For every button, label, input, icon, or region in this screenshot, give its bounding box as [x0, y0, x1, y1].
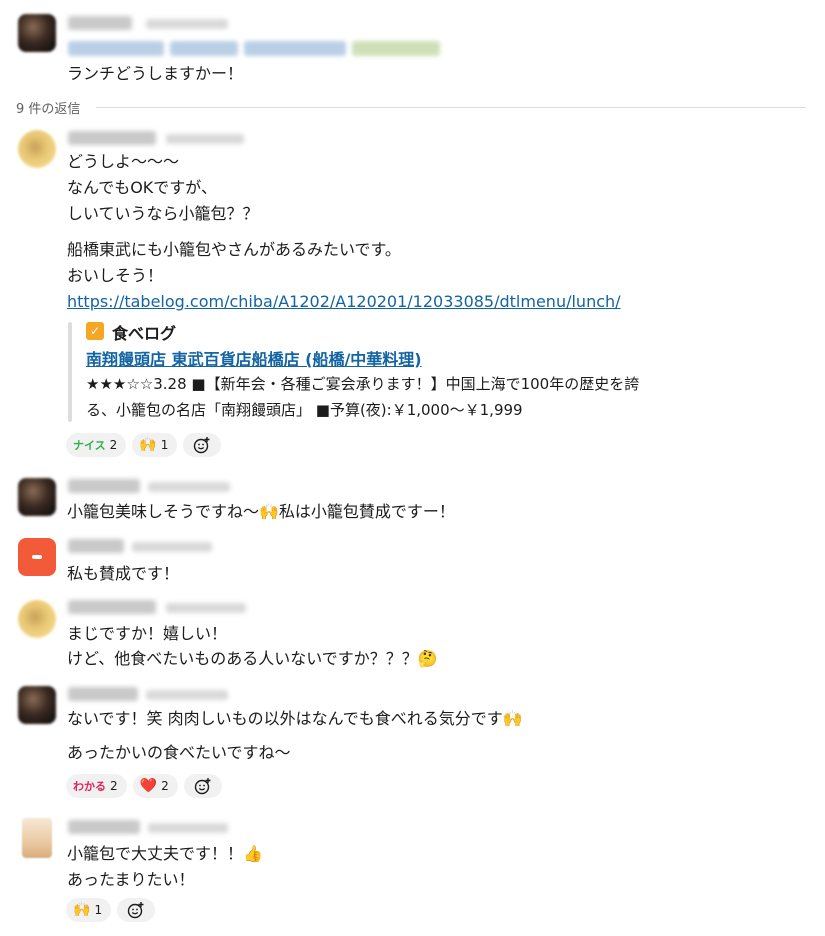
sender-name-blurred[interactable]	[68, 16, 132, 30]
timestamp-blurred[interactable]	[166, 603, 246, 613]
sender-name-blurred[interactable]	[68, 539, 124, 553]
reaction-raised-hands[interactable]: 🙌 1	[132, 433, 178, 457]
reaction-wakaru[interactable]: わかる 2	[66, 774, 127, 798]
message-text: ないです！笑 肉肉しいもの以外はなんでも食べれる気分です🙌	[67, 709, 523, 728]
unfurl-description: ★★★☆☆3.28 ■【新年会・各種ご宴会承ります！】中国上海で100年の歴史を…	[86, 375, 640, 393]
reaction-count: 1	[160, 438, 169, 452]
timestamp-blurred[interactable]	[146, 690, 228, 700]
reaction-heart[interactable]: ❤️ 2	[132, 774, 178, 798]
add-emoji-icon	[127, 902, 144, 919]
reaction-count: 2	[161, 779, 169, 793]
timestamp-blurred[interactable]	[132, 542, 212, 552]
timestamp-blurred[interactable]	[148, 482, 230, 492]
timestamp-blurred[interactable]	[146, 19, 228, 29]
add-emoji-icon	[194, 778, 211, 795]
raised-hands-icon: 🙌	[139, 437, 157, 453]
tabelog-logo-icon: ✓	[86, 322, 104, 340]
reply-count[interactable]: 9 件の返信	[16, 98, 80, 117]
replies-divider	[96, 107, 806, 108]
reactions-bar: わかる 2 ❤️ 2	[66, 774, 222, 798]
wakaru-emoji-icon: わかる	[73, 780, 106, 793]
unfurl-bar	[68, 322, 72, 422]
avatar[interactable]	[18, 600, 56, 638]
sender-name-blurred[interactable]	[68, 820, 140, 834]
message-text: あったかいの食べたいですね〜	[67, 743, 291, 762]
message-text: あったまりたい！	[67, 870, 195, 889]
unfurl-description: る、小籠包の名店「南翔饅頭店」 ■予算(夜):￥1,000〜￥1,999	[86, 401, 523, 419]
unfurl-title-link[interactable]: 南翔饅頭店 東武百貨店船橋店 (船橋/中華料理)	[86, 346, 422, 370]
reactions-bar: ナイス 2 🙌 1	[66, 433, 222, 457]
message-text: まじですか！嬉しい！	[67, 624, 228, 643]
nice-emoji-icon: ナイス	[73, 439, 106, 452]
mention-blurred[interactable]	[170, 41, 238, 56]
message-text: おいしそう！	[67, 266, 164, 285]
avatar[interactable]	[18, 130, 56, 168]
message-text: なんでもOKですが、	[67, 178, 217, 197]
tabelog-link[interactable]: https://tabelog.com/chiba/A1202/A120201/…	[67, 290, 621, 314]
reaction-count: 2	[110, 779, 118, 793]
message-text: 小籠包で大丈夫です！！👍	[67, 844, 263, 863]
timestamp-blurred[interactable]	[148, 823, 228, 833]
avatar[interactable]	[18, 686, 56, 724]
message-text: けど、他食べたいものある人いないですか？？？🤔	[67, 649, 438, 668]
reactions-bar: 🙌 1	[66, 898, 156, 922]
avatar[interactable]	[22, 818, 52, 858]
unfurl-site-name: 食べログ	[112, 324, 177, 343]
mention-blurred[interactable]	[68, 41, 164, 56]
sender-name-blurred[interactable]	[68, 600, 156, 614]
message-text: どうしよ〜〜〜	[67, 152, 180, 171]
message-text: 私も賛成です！	[67, 564, 180, 583]
reaction-raised-hands[interactable]: 🙌 1	[66, 898, 112, 922]
timestamp-blurred[interactable]	[166, 134, 244, 144]
add-reaction-button[interactable]	[183, 774, 222, 798]
message-text: 小籠包美味しそうですね〜🙌私は小籠包賛成ですー！	[67, 502, 455, 521]
add-reaction-button[interactable]	[183, 433, 222, 457]
reaction-count: 1	[94, 903, 103, 917]
reaction-count: 2	[109, 438, 118, 452]
raised-hands-icon: 🙌	[73, 902, 91, 918]
avatar[interactable]	[18, 538, 56, 576]
reaction-nice[interactable]: ナイス 2	[66, 433, 127, 457]
sender-name-blurred[interactable]	[68, 131, 156, 145]
avatar[interactable]	[18, 14, 56, 52]
avatar[interactable]	[18, 478, 56, 516]
mention-blurred[interactable]	[244, 41, 346, 56]
sender-name-blurred[interactable]	[68, 479, 140, 493]
add-emoji-icon	[194, 437, 210, 454]
sender-name-blurred[interactable]	[68, 687, 138, 701]
message-text: ランチどうしますかー！	[67, 64, 244, 83]
message-text: しいていうなら小籠包？？	[67, 204, 259, 223]
mention-blurred[interactable]	[352, 41, 440, 56]
message-text: 船橋東武にも小籠包やさんがあるみたいです。	[67, 240, 401, 259]
heart-icon: ❤️	[139, 778, 158, 794]
add-reaction-button[interactable]	[117, 898, 156, 922]
